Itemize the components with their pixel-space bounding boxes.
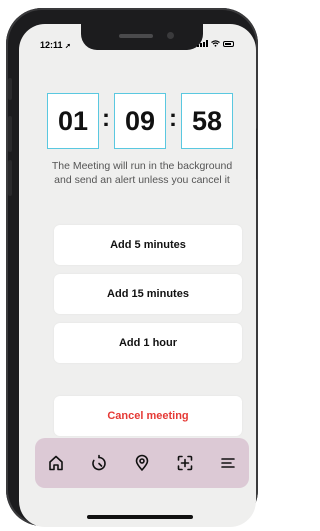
tab-location[interactable] (127, 448, 157, 478)
timer-separator: : (102, 105, 110, 132)
timer-seconds: 58 (181, 93, 233, 149)
battery-icon (223, 40, 234, 47)
background-alert-message: The Meeting will run in the background a… (51, 160, 233, 186)
bottom-tab-bar (35, 438, 249, 488)
timer-hours: 01 (47, 93, 99, 149)
timer-minutes: 09 (114, 93, 166, 149)
location-arrow-icon: ➚ (65, 43, 71, 50)
tab-home[interactable] (41, 448, 71, 478)
wifi-icon (211, 40, 220, 47)
menu-icon (220, 458, 235, 468)
volume-up-button (8, 116, 12, 152)
screen: 12:11 ➚ 01 : 09 : 58 The Meeting will ru… (19, 24, 256, 527)
status-icons (197, 40, 234, 47)
tab-menu[interactable] (213, 448, 243, 478)
phone-frame: 12:11 ➚ 01 : 09 : 58 The Meeting will ru… (6, 8, 258, 527)
notch (81, 24, 203, 50)
status-time: 12:11 ➚ (40, 40, 71, 50)
add-5-minutes-button[interactable]: Add 5 minutes (54, 225, 242, 265)
signal-icon (197, 40, 208, 47)
add-1-hour-button[interactable]: Add 1 hour (54, 323, 242, 363)
speaker-grille (119, 34, 153, 38)
countdown-timer: 01 : 09 : 58 (47, 93, 237, 151)
tab-timer[interactable] (84, 448, 114, 478)
status-time-text: 12:11 (40, 40, 63, 50)
location-pin-icon (135, 454, 149, 471)
scan-icon (177, 455, 193, 471)
timer-separator: : (169, 105, 177, 132)
mute-switch (8, 78, 12, 100)
cancel-meeting-button[interactable]: Cancel meeting (54, 396, 242, 436)
volume-down-button (8, 160, 12, 196)
home-icon (49, 455, 64, 471)
add-15-minutes-button[interactable]: Add 15 minutes (54, 274, 242, 314)
home-indicator[interactable] (87, 515, 193, 519)
front-camera (167, 32, 174, 39)
tab-scan[interactable] (170, 448, 200, 478)
timer-icon (92, 454, 106, 471)
